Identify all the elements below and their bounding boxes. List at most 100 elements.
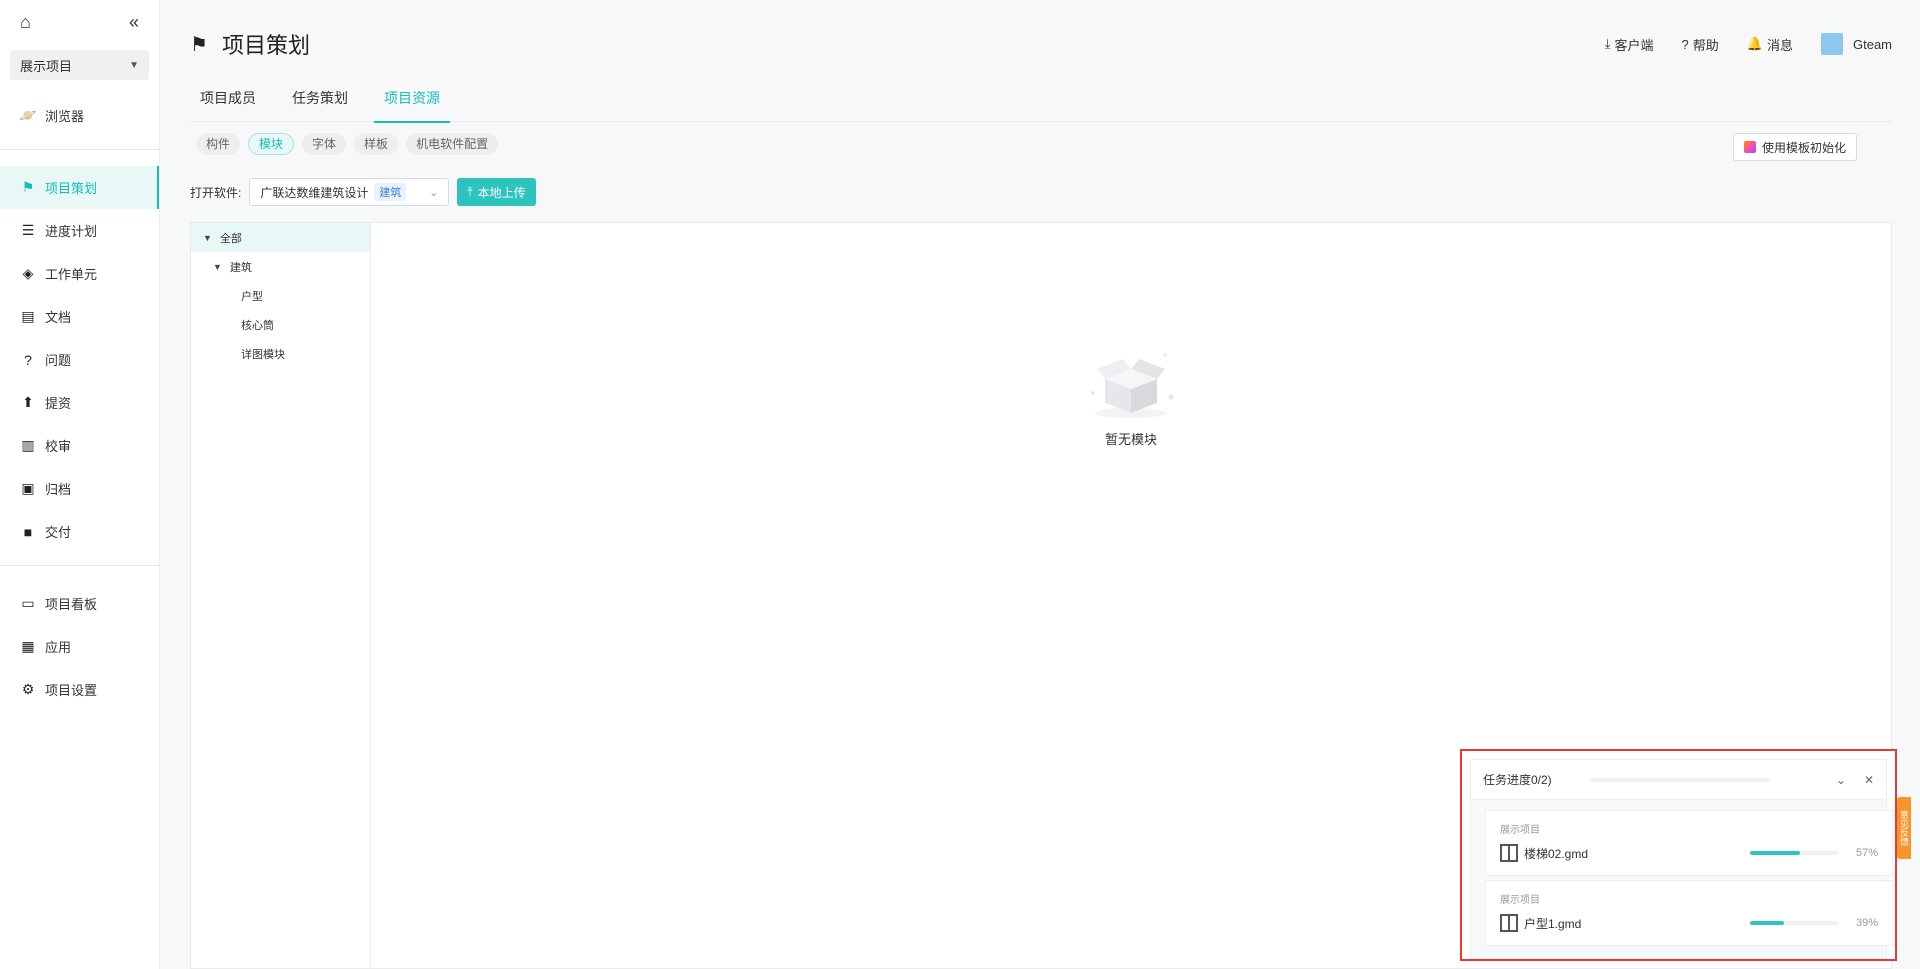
cube-icon: ◈ <box>22 265 34 281</box>
chip-font[interactable]: 字体 <box>302 133 347 155</box>
sidebar-item-label: 提资 <box>45 396 72 411</box>
tree-node-label: 核心筒 <box>241 319 274 332</box>
sidebar-item-label: 文档 <box>45 310 72 325</box>
tree-node-label: 建筑 <box>229 261 252 274</box>
task-progress-percent: 57% <box>1855 847 1878 859</box>
task-progress-title: 任务进度0/2) <box>1483 773 1552 787</box>
sidebar-item-apps[interactable]: ▦ 应用 <box>0 625 159 668</box>
module-file-icon <box>1500 844 1518 862</box>
document-icon: ▤ <box>21 308 35 324</box>
chip-module[interactable]: 模块 <box>248 133 295 155</box>
sidebar: ⌂ « 展示项目 ▼ 🪐 浏览器 ⚑ 项目策划 ☰ 进度计划 ◈ 工作单元 ▤ … <box>0 0 160 969</box>
software-select-value: 广联达数维建筑设计 <box>260 185 369 200</box>
submit-icon: ⬆ <box>22 394 34 410</box>
gantt-icon: ☰ <box>21 222 35 238</box>
empty-box-icon <box>1091 353 1174 418</box>
tree-node-architecture[interactable]: ▼ 建筑 <box>191 252 370 281</box>
task-row: 楼梯02.gmd 57% <box>1500 844 1878 862</box>
task-progress-track <box>1750 851 1838 855</box>
popup-controls: ⌄ ✕ <box>1836 773 1874 787</box>
tree-node-label: 户型 <box>241 290 263 303</box>
task-progress-percent: 39% <box>1855 917 1878 929</box>
sidebar-item-label: 项目策划 <box>45 181 98 196</box>
review-icon: ▥ <box>21 437 35 453</box>
sidebar-item-work-unit[interactable]: ◈ 工作单元 <box>0 252 159 295</box>
local-upload-button[interactable]: ⤒ 本地上传 <box>457 178 536 206</box>
sidebar-item-review[interactable]: ▥ 校审 <box>0 424 159 467</box>
avatar <box>1820 33 1843 55</box>
sidebar-item-board[interactable]: ▭ 项目看板 <box>0 582 159 625</box>
tab-members[interactable]: 项目成员 <box>190 84 266 122</box>
init-from-template-label: 使用模板初始化 <box>1761 140 1846 155</box>
client-label: 客户端 <box>1614 37 1654 53</box>
apps-icon: ▦ <box>21 638 35 654</box>
project-selector-value: 展示项目 <box>20 58 73 74</box>
overall-progress-bar <box>1589 777 1770 782</box>
download-icon: ⤓ <box>1604 36 1611 51</box>
sidebar-item-label: 应用 <box>45 640 72 655</box>
local-upload-label: 本地上传 <box>477 185 526 200</box>
board-icon: ▭ <box>21 595 35 611</box>
empty-state-text: 暂无模块 <box>1104 432 1157 447</box>
task-project: 展示项目 <box>1500 895 1540 906</box>
feedback-floating-tab[interactable]: 意见反馈 <box>1897 797 1911 859</box>
question-icon: ? <box>24 351 32 368</box>
task-progress-popup: 任务进度0/2) ⌄ ✕ 展示项目 楼梯02.gmd 57% 展示项目 户型1.… <box>1460 749 1897 961</box>
top-actions: ⤓ 客户端 ? 帮助 🔔 消息 Gteam <box>1605 33 1892 55</box>
caret-down-icon: ▼ <box>129 59 139 71</box>
close-icon[interactable]: ✕ <box>1864 773 1874 787</box>
sidebar-top: ⌂ « <box>0 0 159 44</box>
sidebar-item-browser[interactable]: 🪐 浏览器 <box>0 94 159 137</box>
open-software-label: 打开软件: <box>190 185 242 200</box>
task-item: 展示项目 楼梯02.gmd 57% <box>1485 810 1893 876</box>
software-select[interactable]: 广联达数维建筑设计 建筑 ⌄ <box>249 178 450 206</box>
sidebar-item-project-planning[interactable]: ⚑ 项目策划 <box>0 166 159 209</box>
sidebar-item-documents[interactable]: ▤ 文档 <box>0 295 159 338</box>
module-file-icon <box>1500 914 1518 932</box>
tree-node-all[interactable]: ▼ 全部 <box>191 223 370 252</box>
sidebar-item-schedule[interactable]: ☰ 进度计划 <box>0 209 159 252</box>
sidebar-item-archive[interactable]: ▣ 归档 <box>0 467 159 510</box>
page-title: ⚑ 项目策划 <box>190 28 310 60</box>
open-software-bar: 打开软件: 广联达数维建筑设计 建筑 ⌄ ⤒ 本地上传 <box>190 178 536 206</box>
chip-component[interactable]: 构件 <box>196 133 241 155</box>
caret-down-icon[interactable]: ▼ <box>203 233 212 243</box>
chip-template[interactable]: 样板 <box>354 133 399 155</box>
tab-task-planning[interactable]: 任务策划 <box>282 84 358 122</box>
task-progress-fill <box>1750 921 1785 925</box>
sidebar-item-label: 归档 <box>45 482 72 497</box>
task-file-name: 户型1.gmd <box>1524 916 1582 931</box>
sidebar-item-label: 校审 <box>45 439 72 454</box>
resource-type-chips: 构件 模块 字体 样板 机电软件配置 <box>196 133 499 155</box>
flag-icon: ⚑ <box>21 179 35 195</box>
page-title-text: 项目策划 <box>221 33 310 58</box>
sidebar-item-issues[interactable]: ? 问题 <box>0 338 159 381</box>
help-link[interactable]: ? 帮助 <box>1682 35 1719 54</box>
question-icon: ? <box>1681 36 1689 52</box>
user-menu[interactable]: Gteam <box>1820 33 1892 55</box>
home-icon[interactable]: ⌂ <box>20 12 31 33</box>
tree-node-core-tube[interactable]: 核心筒 <box>191 310 370 339</box>
init-from-template-button[interactable]: 使用模板初始化 <box>1732 133 1857 161</box>
sidebar-item-label: 浏览器 <box>45 109 85 124</box>
module-tree: ▼ 全部 ▼ 建筑 户型 核心筒 详图模块 <box>191 223 371 968</box>
collapse-icon[interactable]: « <box>129 12 139 33</box>
messages-link[interactable]: 🔔 消息 <box>1747 35 1793 54</box>
bell-icon: 🔔 <box>1746 36 1763 51</box>
sidebar-item-delivery[interactable]: ■ 交付 <box>0 510 159 553</box>
chip-mep-config[interactable]: 机电软件配置 <box>406 133 499 155</box>
task-progress-fill <box>1750 851 1801 855</box>
caret-down-icon[interactable]: ▼ <box>213 262 222 272</box>
task-progress-track <box>1750 921 1838 925</box>
client-download-link[interactable]: ⤓ 客户端 <box>1605 35 1654 54</box>
tab-resources[interactable]: 项目资源 <box>374 84 450 123</box>
tree-node-unit-type[interactable]: 户型 <box>191 281 370 310</box>
sidebar-item-submit[interactable]: ⬆ 提资 <box>0 381 159 424</box>
user-name: Gteam <box>1852 36 1892 52</box>
project-selector[interactable]: 展示项目 ▼ <box>10 50 149 80</box>
archive-icon: ▣ <box>21 480 35 496</box>
collapse-icon[interactable]: ⌄ <box>1836 773 1846 787</box>
sidebar-item-label: 项目设置 <box>45 683 98 698</box>
sidebar-item-label: 工作单元 <box>45 267 98 282</box>
sidebar-item-settings[interactable]: ⚙ 项目设置 <box>0 668 159 711</box>
